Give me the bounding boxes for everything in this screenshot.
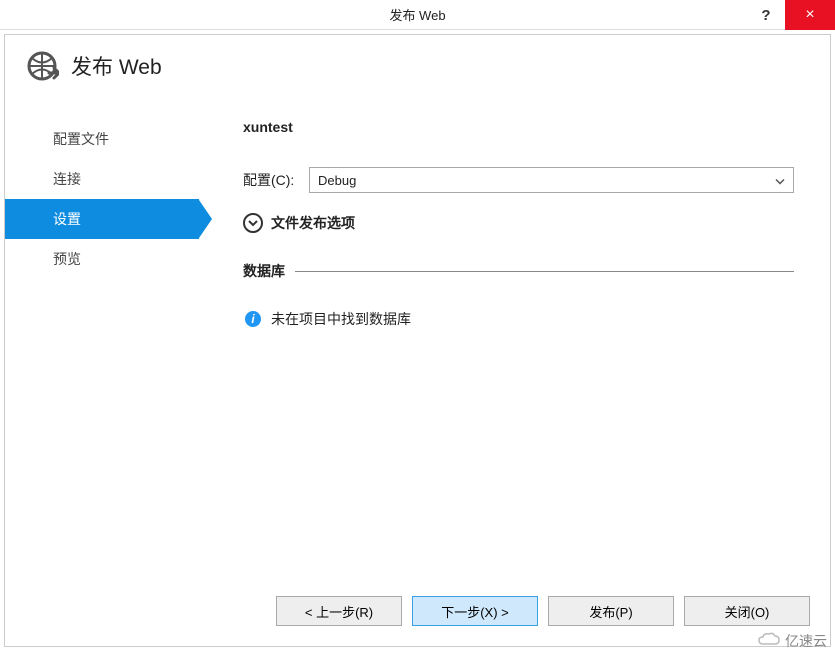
- expander-label: 文件发布选项: [271, 213, 355, 233]
- close-dialog-button[interactable]: 关闭(O): [684, 596, 810, 626]
- file-publish-expander[interactable]: 文件发布选项: [243, 213, 794, 233]
- database-section: 数据库: [243, 261, 794, 281]
- project-name: xuntest: [243, 119, 794, 135]
- db-notice: i 未在项目中找到数据库: [243, 309, 794, 329]
- config-value: Debug: [318, 173, 356, 188]
- info-icon: i: [245, 311, 261, 327]
- section-divider: [295, 271, 794, 272]
- close-button[interactable]: ×: [785, 0, 835, 30]
- button-label: 发布(P): [589, 602, 632, 621]
- section-title: 数据库: [243, 261, 285, 281]
- config-row: 配置(C): Debug: [243, 167, 794, 193]
- sidebar-item-profile[interactable]: 配置文件: [5, 119, 199, 159]
- button-label: 下一步(X) >: [441, 602, 509, 621]
- sidebar-item-label: 连接: [53, 171, 81, 187]
- sidebar-item-label: 预览: [53, 251, 81, 267]
- content-pane: xuntest 配置(C): Debug 文件发布选项: [199, 93, 830, 582]
- button-label: 关闭(O): [725, 602, 770, 621]
- sidebar-item-connection[interactable]: 连接: [5, 159, 199, 199]
- dialog-header: 发布 Web: [5, 35, 830, 93]
- next-button[interactable]: 下一步(X) >: [412, 596, 538, 626]
- dialog: 发布 Web 配置文件 连接 设置 预览 xuntest 配置(C): Debu…: [4, 34, 831, 647]
- notice-text: 未在项目中找到数据库: [271, 309, 411, 329]
- config-label: 配置(C):: [243, 170, 301, 190]
- sidebar-item-settings[interactable]: 设置: [5, 199, 199, 239]
- window-title: 发布 Web: [389, 5, 445, 24]
- help-button[interactable]: ?: [747, 0, 785, 30]
- globe-icon: [25, 49, 59, 83]
- button-label: < 上一步(R): [305, 602, 373, 621]
- sidebar-item-preview[interactable]: 预览: [5, 239, 199, 279]
- prev-button[interactable]: < 上一步(R): [276, 596, 402, 626]
- wizard-sidebar: 配置文件 连接 设置 预览: [5, 93, 199, 582]
- sidebar-item-label: 设置: [53, 211, 81, 227]
- dialog-title: 发布 Web: [71, 51, 162, 81]
- titlebar: 发布 Web ? ×: [0, 0, 835, 30]
- config-select[interactable]: Debug: [309, 167, 794, 193]
- chevron-down-icon: [775, 173, 785, 188]
- window-controls: ? ×: [747, 0, 835, 30]
- footer: < 上一步(R) 下一步(X) > 发布(P) 关闭(O): [5, 582, 830, 646]
- expand-icon: [243, 213, 263, 233]
- sidebar-item-label: 配置文件: [53, 131, 109, 147]
- publish-button[interactable]: 发布(P): [548, 596, 674, 626]
